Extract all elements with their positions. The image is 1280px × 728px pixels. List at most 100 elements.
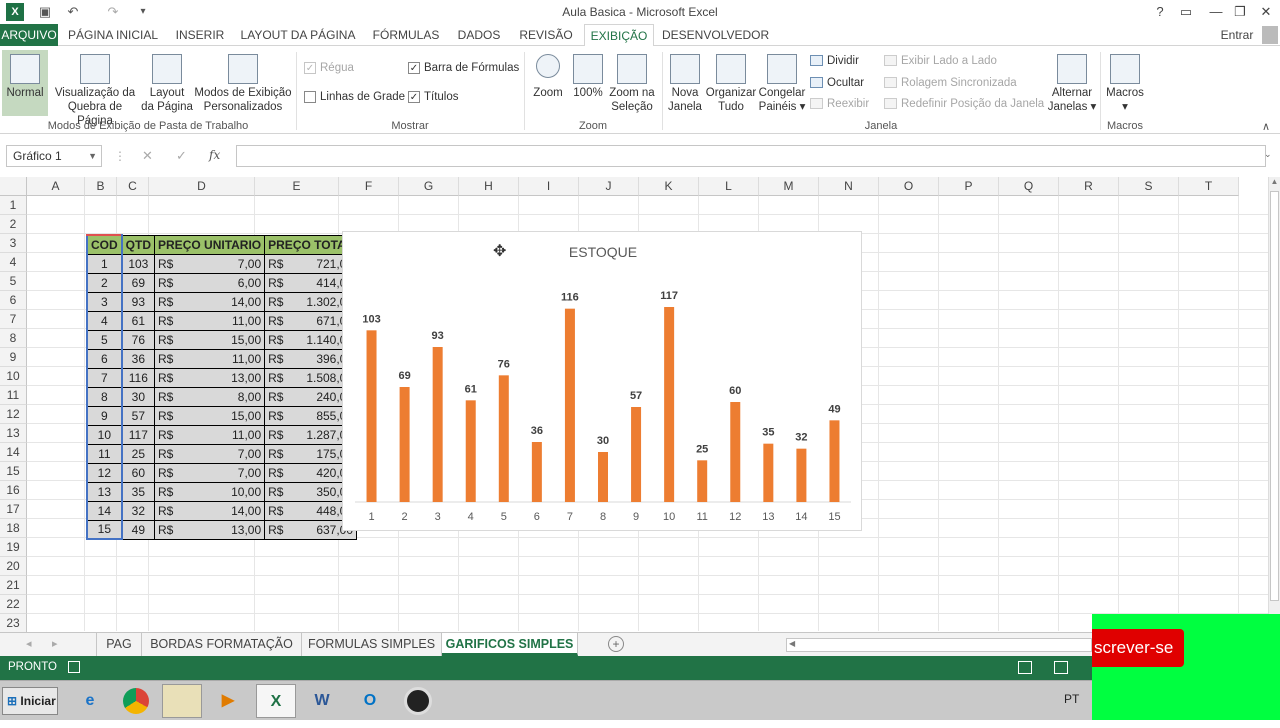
split-button[interactable]: Dividir	[810, 54, 859, 68]
prev-sheet-icon[interactable]: ◂	[26, 637, 32, 650]
cell-preco-unitario[interactable]: R$ 11,00	[154, 310, 266, 331]
horizontal-scrollbar[interactable]: ◀	[786, 638, 1092, 652]
sheet-tab-pag[interactable]: PAG	[96, 633, 142, 656]
outlook-icon[interactable]: O	[350, 684, 390, 718]
cell-cod[interactable]: 7	[86, 367, 123, 388]
cell-cod[interactable]: 13	[86, 481, 123, 502]
zoom-to-selection-button[interactable]: Zoom na Seleção	[606, 54, 658, 114]
cell-qtd[interactable]: 49	[121, 519, 156, 540]
row-header-15[interactable]: 15	[0, 462, 27, 481]
add-sheet-icon[interactable]: +	[608, 636, 624, 652]
help-button[interactable]: ?	[1148, 2, 1172, 22]
bar-12[interactable]	[730, 402, 741, 502]
column-header-e[interactable]: E	[255, 177, 339, 196]
cell-cod[interactable]: 4	[86, 310, 123, 331]
cell-qtd[interactable]: 103	[121, 253, 156, 274]
column-header-i[interactable]: I	[519, 177, 579, 196]
header-qtd[interactable]: QTD	[121, 234, 156, 255]
row-header-12[interactable]: 12	[0, 405, 27, 424]
cell-qtd[interactable]: 116	[121, 367, 156, 388]
cell-cod[interactable]: 3	[86, 291, 123, 312]
cell-cod[interactable]: 5	[86, 329, 123, 350]
bar-10[interactable]	[664, 307, 675, 502]
tab-arquivo[interactable]: ARQUIVO	[0, 24, 58, 46]
column-header-a[interactable]: A	[27, 177, 85, 196]
row-header-9[interactable]: 9	[0, 348, 27, 367]
column-header-s[interactable]: S	[1119, 177, 1179, 196]
cell-cod[interactable]: 11	[86, 443, 123, 464]
collapse-ribbon-icon[interactable]: ∧	[1262, 120, 1270, 133]
bar-9[interactable]	[631, 407, 642, 502]
close-button[interactable]: ✕	[1254, 2, 1278, 22]
cell-qtd[interactable]: 76	[121, 329, 156, 350]
row-header-14[interactable]: 14	[0, 443, 27, 462]
cell-qtd[interactable]: 35	[121, 481, 156, 502]
freeze-panes-button[interactable]: Congelar Painéis ▾	[758, 54, 806, 114]
row-header-18[interactable]: 18	[0, 519, 27, 538]
row-header-19[interactable]: 19	[0, 538, 27, 557]
row-header-17[interactable]: 17	[0, 500, 27, 519]
subscribe-button[interactable]: screver-se	[1092, 629, 1184, 667]
bar-11[interactable]	[697, 460, 708, 502]
bar-15[interactable]	[829, 420, 840, 502]
cell-preco-unitario[interactable]: R$ 13,00	[154, 367, 266, 388]
zoom-button[interactable]: Zoom	[528, 54, 568, 100]
insert-function-button[interactable]: fx	[209, 148, 220, 162]
start-button[interactable]: ⊞ Iniciar	[2, 687, 58, 715]
cell-cod[interactable]: 14	[86, 500, 123, 521]
column-header-c[interactable]: C	[117, 177, 149, 196]
signin-link[interactable]: Entrar	[1214, 24, 1260, 46]
formula-bar-checkbox[interactable]: ✓ Barra de Fórmulas	[408, 61, 519, 77]
cell-cod[interactable]: 10	[86, 424, 123, 445]
tab-pagina-inicial[interactable]: PÁGINA INICIAL	[64, 24, 162, 46]
tab-desenvolvedor[interactable]: DESENVOLVEDOR	[662, 24, 769, 46]
user-avatar[interactable]	[1262, 26, 1278, 44]
tab-dados[interactable]: DADOS	[452, 24, 506, 46]
page-layout-status-icon[interactable]	[1054, 661, 1068, 674]
internet-explorer-icon[interactable]: e	[70, 684, 110, 718]
column-header-j[interactable]: J	[579, 177, 639, 196]
cell-preco-unitario[interactable]: R$ 14,00	[154, 500, 266, 521]
restore-button[interactable]: ❐	[1228, 2, 1252, 22]
screen-recorder-icon[interactable]	[398, 684, 438, 718]
cell-cod[interactable]: 2	[86, 272, 123, 293]
cell-cod[interactable]: 6	[86, 348, 123, 369]
next-sheet-icon[interactable]: ▸	[52, 637, 58, 650]
cell-qtd[interactable]: 93	[121, 291, 156, 312]
select-all-corner[interactable]	[0, 177, 27, 196]
custom-views-button[interactable]: Modos de Exibição Personalizados	[194, 54, 292, 114]
synchronous-scrolling-button[interactable]: Rolagem Sincronizada	[884, 76, 1017, 90]
column-header-d[interactable]: D	[149, 177, 255, 196]
cell-qtd[interactable]: 117	[121, 424, 156, 445]
column-header-b[interactable]: B	[85, 177, 117, 196]
unhide-button[interactable]: Reexibir	[810, 97, 869, 111]
cancel-icon[interactable]: ✕	[142, 148, 153, 164]
cell-preco-unitario[interactable]: R$ 11,00	[154, 424, 266, 445]
column-header-o[interactable]: O	[879, 177, 939, 196]
bar-2[interactable]	[399, 387, 410, 502]
row-header-1[interactable]: 1	[0, 196, 27, 215]
header-cod[interactable]: COD	[86, 234, 123, 255]
arrange-all-button[interactable]: Organizar Tudo	[704, 54, 758, 114]
cell-qtd[interactable]: 61	[121, 310, 156, 331]
cell-qtd[interactable]: 30	[121, 386, 156, 407]
bar-5[interactable]	[498, 375, 509, 502]
column-header-l[interactable]: L	[699, 177, 759, 196]
switch-windows-button[interactable]: Alternar Janelas ▾	[1046, 54, 1098, 114]
bar-1[interactable]	[366, 330, 377, 502]
view-side-by-side-button[interactable]: Exibir Lado a Lado	[884, 54, 997, 68]
cell-cod[interactable]: 15	[86, 519, 123, 540]
zoom-100-button[interactable]: 100%	[570, 54, 606, 100]
cell-cod[interactable]: 1	[86, 253, 123, 274]
ribbon-display-options-icon[interactable]: ▭	[1174, 2, 1198, 22]
row-header-23[interactable]: 23	[0, 614, 27, 633]
row-header-8[interactable]: 8	[0, 329, 27, 348]
column-header-m[interactable]: M	[759, 177, 819, 196]
enter-icon[interactable]: ✓	[176, 148, 187, 164]
column-header-g[interactable]: G	[399, 177, 459, 196]
row-header-13[interactable]: 13	[0, 424, 27, 443]
chrome-icon[interactable]	[116, 684, 156, 718]
word-icon[interactable]: W	[302, 684, 342, 718]
column-header-f[interactable]: F	[339, 177, 399, 196]
cell-preco-unitario[interactable]: R$ 13,00	[154, 519, 266, 540]
